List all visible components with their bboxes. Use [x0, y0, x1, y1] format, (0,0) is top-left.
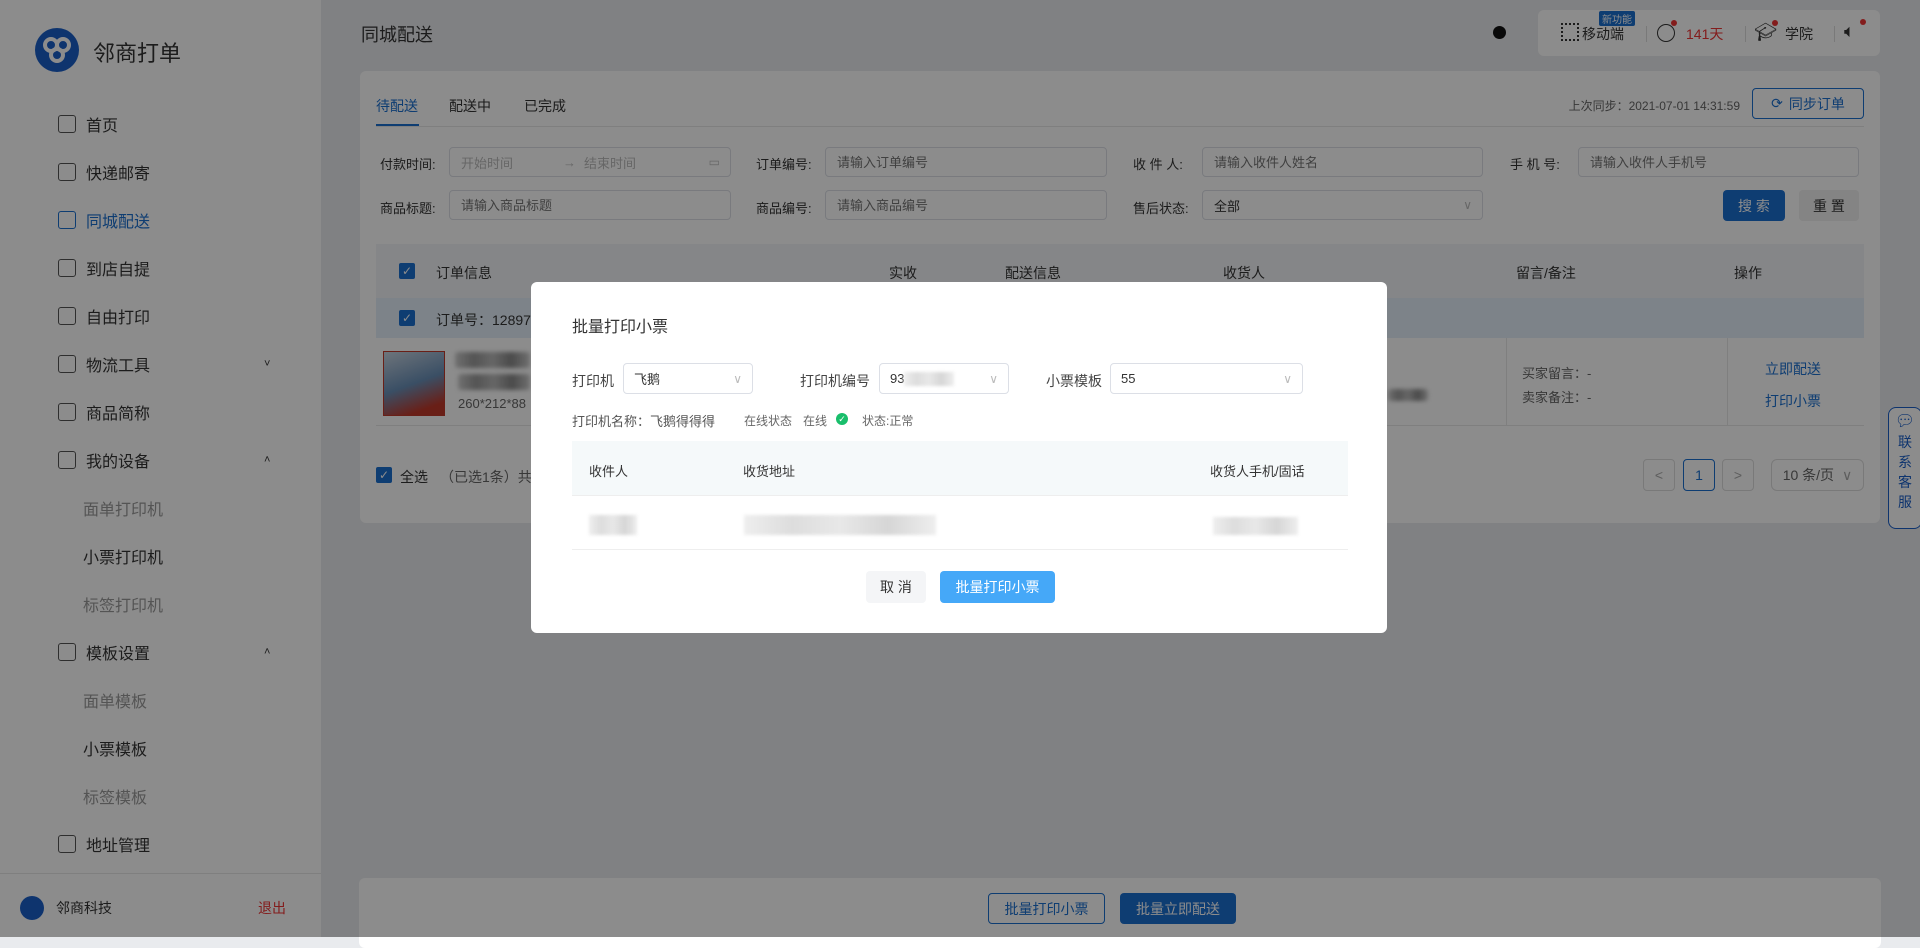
online-status-label: 在线状态 [744, 414, 793, 428]
chevron-down-icon: ∨ [989, 371, 998, 386]
printer-label: 打印机 [572, 373, 614, 389]
printer-name: 打印机名称：飞鹅得得得 [572, 414, 716, 429]
chevron-down-icon: ∨ [733, 371, 742, 386]
confirm-batch-print-button[interactable]: 批量打印小票 [940, 571, 1055, 603]
online-status-value: 在线 [803, 414, 828, 428]
printer-no-select[interactable]: 93 ∨ [879, 363, 1009, 394]
blurred-recipient [589, 515, 637, 535]
blurred-phone [1213, 517, 1298, 535]
printer-status: 状态:正常 [862, 414, 914, 428]
batch-print-dialog: 批量打印小票 打印机 飞鹅 ∨ 打印机编号 93 ∨ 小票模板 55 ∨ 打印机名称：… [531, 282, 1387, 633]
template-select[interactable]: 55 ∨ [1110, 363, 1303, 394]
chevron-down-icon: ∨ [1283, 371, 1292, 386]
col-recipient: 收件人 [589, 464, 629, 479]
printer-value: 飞鹅 [634, 372, 661, 387]
dialog-title: 批量打印小票 [572, 319, 669, 336]
check-circle-icon: ✓ [836, 413, 848, 425]
col-address: 收货地址 [743, 464, 796, 479]
blurred-printer-no [904, 371, 955, 386]
printer-select[interactable]: 飞鹅 ∨ [623, 363, 753, 394]
template-value: 55 [1121, 371, 1136, 386]
cancel-button[interactable]: 取 消 [866, 571, 926, 603]
printer-no-value: 93 [890, 371, 905, 386]
col-phone: 收货人手机/固话 [1210, 464, 1305, 479]
printer-no-label: 打印机编号 [800, 373, 870, 389]
blurred-address [744, 515, 936, 535]
template-label: 小票模板 [1046, 373, 1102, 389]
